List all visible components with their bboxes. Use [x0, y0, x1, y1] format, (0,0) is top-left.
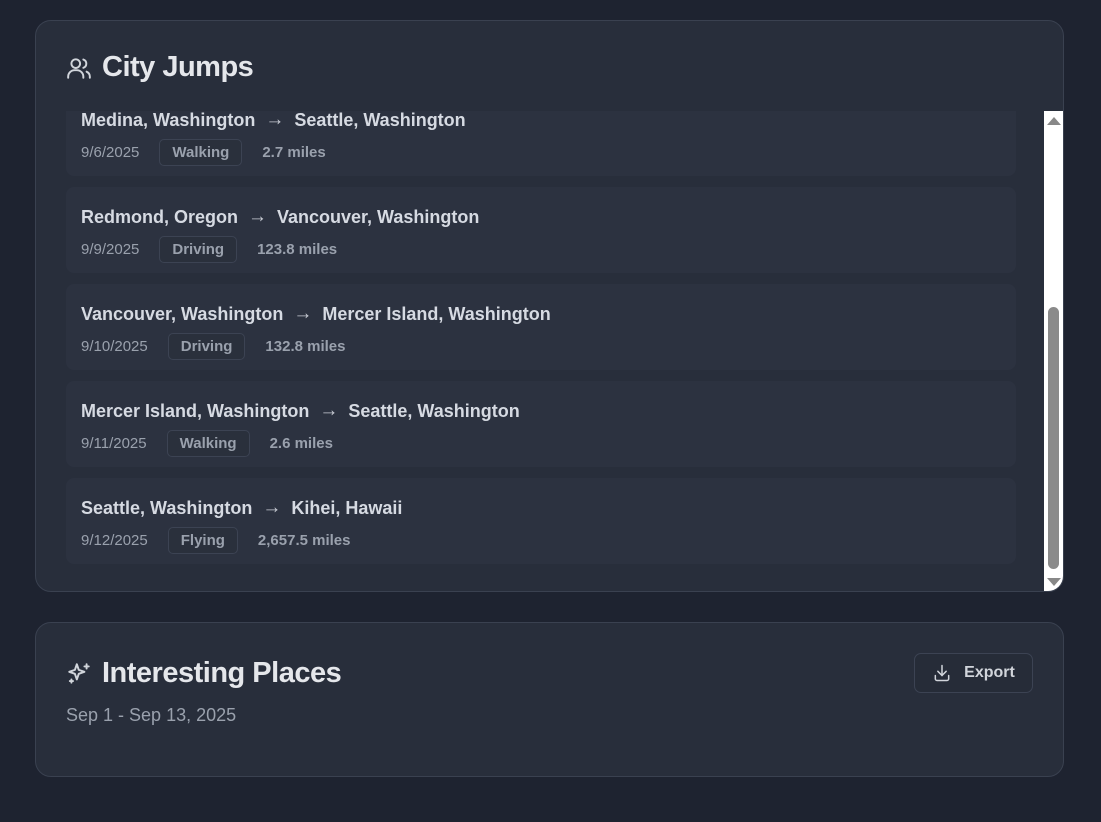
jump-from: Seattle, Washington [81, 497, 253, 518]
arrow-right-icon: → [293, 303, 313, 324]
jump-to: Seattle, Washington [294, 111, 466, 130]
jump-to: Mercer Island, Washington [322, 303, 551, 324]
scrollbar-thumb[interactable] [1048, 307, 1059, 569]
list-item[interactable]: Mercer Island, Washington → Seattle, Was… [66, 381, 1016, 467]
users-icon [67, 57, 91, 79]
jump-route: Seattle, Washington → Kihei, Hawaii [81, 497, 402, 519]
export-label: Export [964, 664, 1015, 681]
export-button[interactable]: Export [914, 653, 1033, 693]
travel-mode-badge: Driving [159, 236, 238, 263]
jump-date: 9/11/2025 [81, 435, 147, 452]
jump-to: Vancouver, Washington [277, 206, 480, 227]
city-jumps-card: City Jumps Medina, Washington → Seattle,… [35, 20, 1064, 592]
jump-route: Vancouver, Washington → Mercer Island, W… [81, 303, 551, 325]
interesting-places-card: Interesting Places Sep 1 - Sep 13, 2025 … [35, 622, 1064, 777]
list-item[interactable]: Vancouver, Washington → Mercer Island, W… [66, 284, 1016, 370]
jump-from: Redmond, Oregon [81, 206, 238, 227]
jump-meta: 9/12/2025 Flying 2,657.5 miles [81, 527, 350, 554]
city-jumps-title: City Jumps [102, 51, 254, 83]
jump-meta: 9/11/2025 Walking 2.6 miles [81, 430, 333, 457]
jump-distance: 132.8 miles [265, 338, 346, 355]
arrow-right-icon: → [262, 497, 282, 518]
jump-meta: 9/6/2025 Walking 2.7 miles [81, 139, 326, 166]
jump-to: Kihei, Hawaii [291, 497, 403, 518]
jump-date: 9/10/2025 [81, 338, 148, 355]
arrow-right-icon: → [265, 111, 285, 130]
interesting-places-header: Interesting Places [66, 657, 342, 690]
city-jumps-header: City Jumps [66, 51, 254, 84]
jump-meta: 9/10/2025 Driving 132.8 miles [81, 333, 345, 360]
jump-route: Mercer Island, Washington → Seattle, Was… [81, 400, 520, 422]
arrow-right-icon: → [248, 206, 267, 227]
list-item[interactable]: Seattle, Washington → Kihei, Hawaii 9/12… [66, 478, 1016, 564]
jump-route: Medina, Washington → Seattle, Washington [81, 111, 466, 131]
jump-date: 9/12/2025 [81, 532, 148, 549]
jump-to: Seattle, Washington [348, 400, 520, 421]
download-icon [934, 664, 950, 682]
jump-distance: 123.8 miles [257, 241, 338, 258]
list-item[interactable]: Medina, Washington → Seattle, Washington… [66, 111, 1016, 176]
interesting-places-title: Interesting Places [102, 657, 342, 689]
jump-from: Medina, Washington [81, 111, 256, 130]
jump-distance: 2.7 miles [262, 144, 326, 161]
travel-mode-badge: Driving [167, 333, 246, 360]
list-item[interactable]: Redmond, Oregon → Vancouver, Washington … [66, 187, 1016, 273]
jump-distance: 2,657.5 miles [257, 532, 351, 549]
scroll-down-arrow-icon[interactable] [1047, 578, 1061, 586]
date-range: Sep 1 - Sep 13, 2025 [66, 705, 237, 725]
jump-date: 9/9/2025 [81, 241, 140, 258]
jump-from: Vancouver, Washington [81, 303, 284, 324]
travel-mode-badge: Walking [166, 430, 250, 457]
city-jumps-scroll-area[interactable]: Medina, Washington → Seattle, Washington… [36, 111, 1063, 591]
jump-date: 9/6/2025 [81, 144, 140, 161]
scroll-up-arrow-icon[interactable] [1047, 117, 1061, 125]
scrollbar[interactable] [1044, 111, 1063, 591]
jump-meta: 9/9/2025 Driving 123.8 miles [81, 236, 337, 263]
travel-mode-badge: Flying [167, 527, 238, 554]
sparkles-icon [68, 662, 90, 684]
jump-route: Redmond, Oregon → Vancouver, Washington [81, 206, 479, 228]
jump-distance: 2.6 miles [269, 435, 333, 452]
city-jumps-list: Medina, Washington → Seattle, Washington… [66, 111, 1016, 575]
jump-from: Mercer Island, Washington [81, 400, 310, 421]
travel-mode-badge: Walking [159, 139, 243, 166]
arrow-right-icon: → [319, 400, 339, 421]
